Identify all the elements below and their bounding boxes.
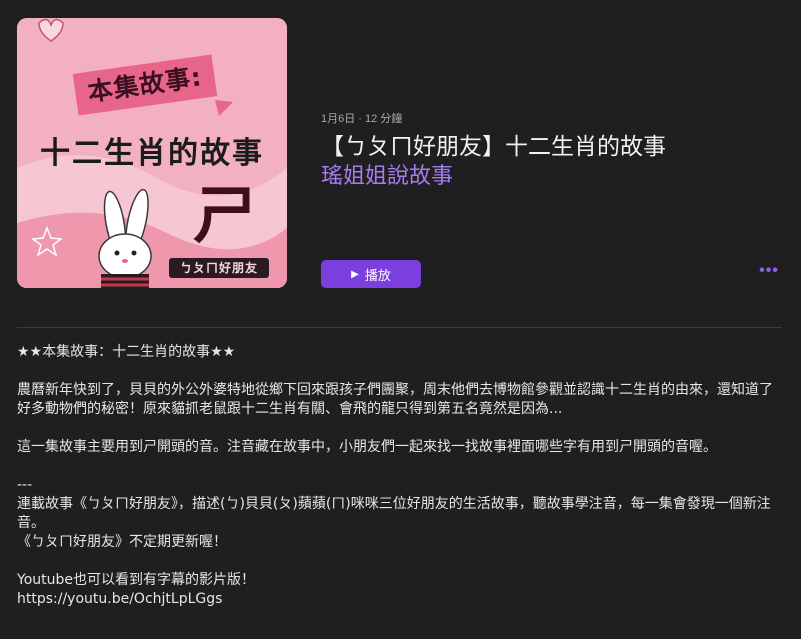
episode-meta: 1月6日 · 12 分鐘 [321, 113, 403, 125]
artwork-zhuyin-letter: ㄕ [193, 179, 257, 253]
episode-artwork: 本集故事: 十二生肖的故事 ㄕ ㄅㄆㄇ好朋友 [17, 18, 287, 288]
artwork-title: 十二生肖的故事 [40, 136, 264, 171]
episode-title: 【ㄅㄆㄇ好朋友】十二生肖的故事 [321, 134, 666, 160]
play-icon: ▶ [351, 268, 359, 280]
description-paragraph: Youtube也可以看到有字幕的影片版！ [17, 572, 255, 588]
play-label: 播放 [364, 268, 391, 284]
episode-description: ★★本集故事：十二生肖的故事★★ 農曆新年快到了，貝貝的外公外婆特地從鄉下回來跟… [17, 343, 782, 609]
divider [17, 327, 782, 328]
description-paragraph: 《ㄅㄆㄇ好朋友》不定期更新喔！ [17, 534, 227, 550]
artwork-brand: ㄅㄆㄇ好朋友 [169, 258, 269, 278]
description-separator: --- [17, 477, 33, 493]
youtube-link[interactable]: https://youtu.be/OchjtLpLGgs [17, 590, 782, 609]
more-options-icon[interactable]: ••• [758, 263, 780, 283]
description-paragraph: 這一集故事主要用到ㄕ開頭的音。注音藏在故事中，小朋友們一起來找一找故事裡面哪些字… [17, 439, 717, 455]
description-heading: ★★本集故事：十二生肖的故事★★ [17, 344, 236, 360]
show-name-link[interactable]: 瑤姐姐說故事 [321, 158, 453, 190]
description-paragraph: 連載故事《ㄅㄆㄇ好朋友》，描述(ㄅ)貝貝(ㄆ)蘋蘋(ㄇ)咪咪三位好朋友的生活故事… [17, 496, 771, 531]
description-paragraph: 農曆新年快到了，貝貝的外公外婆特地從鄉下回來跟孩子們團聚，周末他們去博物館參觀並… [17, 382, 773, 417]
play-button[interactable]: ▶ 播放 [321, 260, 421, 288]
